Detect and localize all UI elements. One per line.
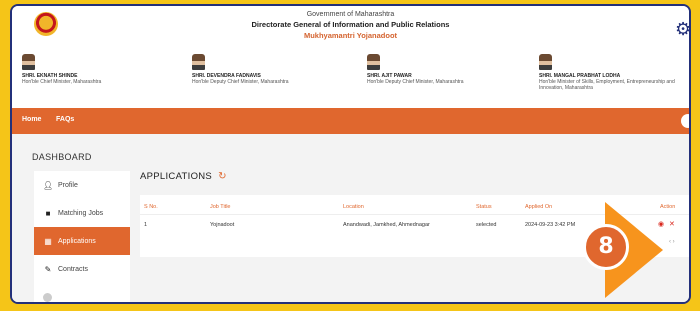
gear-icon: ⚙ — [675, 19, 691, 39]
leader-photo — [367, 54, 380, 70]
logout-icon — [43, 292, 52, 302]
sidebar-item-label: Applications — [58, 237, 96, 245]
sidebar-item-label: Profile — [58, 181, 78, 189]
leader-role: Hon'ble Minister of Skills, Employment, … — [539, 79, 675, 91]
nav-faqs-link[interactable]: FAQs — [56, 116, 74, 123]
leader-photo — [22, 54, 35, 70]
cell-job-title: Yojnadoot — [210, 222, 235, 228]
main-navbar: Home FAQs — [12, 108, 689, 134]
dashboard-content: DASHBOARD 👤︎ Profile ■ Matching Jobs ▦ A… — [12, 134, 689, 302]
delete-icon[interactable]: ✕ — [669, 217, 675, 233]
leader-card: SHRI. DEVENDRA FADNAVIS Hon'ble Deputy C… — [192, 54, 289, 85]
site-header: Government of Maharashtra Directorate Ge… — [12, 6, 689, 108]
leader-role: Hon'ble Chief Minister, Maharashtra — [22, 79, 102, 85]
briefcase-icon: ■ — [45, 208, 51, 218]
header-line-2: Directorate General of Information and P… — [251, 20, 450, 29]
sidebar-item-profile[interactable]: 👤︎ Profile — [34, 171, 130, 199]
leader-card: SHRI. MANGAL PRABHAT LODHA Hon'ble Minis… — [539, 54, 689, 91]
dashboard-sidebar: 👤︎ Profile ■ Matching Jobs ▦ Application… — [34, 171, 130, 302]
applications-heading: APPLICATIONS ↻ — [140, 171, 689, 182]
sidebar-item-label: Matching Jobs — [58, 209, 104, 217]
sidebar-item-label: Contracts — [58, 265, 88, 273]
column-header: Status — [476, 204, 492, 210]
cell-status: selected — [476, 222, 497, 228]
cell-applied-on: 2024-09-23 3:42 PM — [525, 222, 576, 228]
leader-card: SHRI. EKNATH SHINDE Hon'ble Chief Minist… — [22, 54, 101, 85]
leader-card: SHRI. AJIT PAWAR Hon'ble Deputy Chief Mi… — [367, 54, 464, 85]
column-header: S No. — [144, 204, 158, 210]
applications-title: APPLICATIONS — [140, 171, 213, 182]
header-line-3: Mukhyamantri Yojanadoot — [303, 31, 398, 40]
cell-sno: 1 — [144, 222, 148, 228]
user-menu-icon[interactable] — [681, 114, 689, 128]
cell-location: Anandwadi, Jamkhed, Ahmednagar — [343, 222, 430, 228]
sidebar-item-contracts[interactable]: ✎ Contracts — [34, 255, 130, 283]
column-header: Location — [343, 204, 364, 210]
grid-icon: ▦ — [44, 236, 52, 246]
column-header: Applied On — [525, 204, 553, 210]
nav-home-link[interactable]: Home — [22, 116, 41, 123]
sidebar-item-more[interactable] — [34, 283, 130, 302]
pagination[interactable]: ‹ › — [669, 239, 675, 245]
pen-icon: ✎ — [44, 264, 52, 274]
page-title: DASHBOARD — [32, 152, 92, 162]
sidebar-item-applications[interactable]: ▦ Applications — [34, 227, 130, 255]
column-header: Job Title — [210, 204, 231, 210]
leader-photo — [192, 54, 205, 70]
refresh-icon[interactable]: ↻ — [218, 171, 227, 182]
user-icon: 👤︎ — [43, 180, 54, 190]
header-title-block: Government of Maharashtra Directorate Ge… — [12, 10, 689, 41]
leader-role: Hon'ble Deputy Chief Minister, Maharasht… — [192, 79, 289, 85]
leader-photo — [539, 54, 552, 70]
header-line-1: Government of Maharashtra — [306, 11, 395, 18]
leader-role: Hon'ble Deputy Chief Minister, Maharasht… — [367, 79, 464, 85]
step-badge: 8 — [583, 224, 629, 270]
sidebar-item-matching-jobs[interactable]: ■ Matching Jobs — [34, 199, 130, 227]
